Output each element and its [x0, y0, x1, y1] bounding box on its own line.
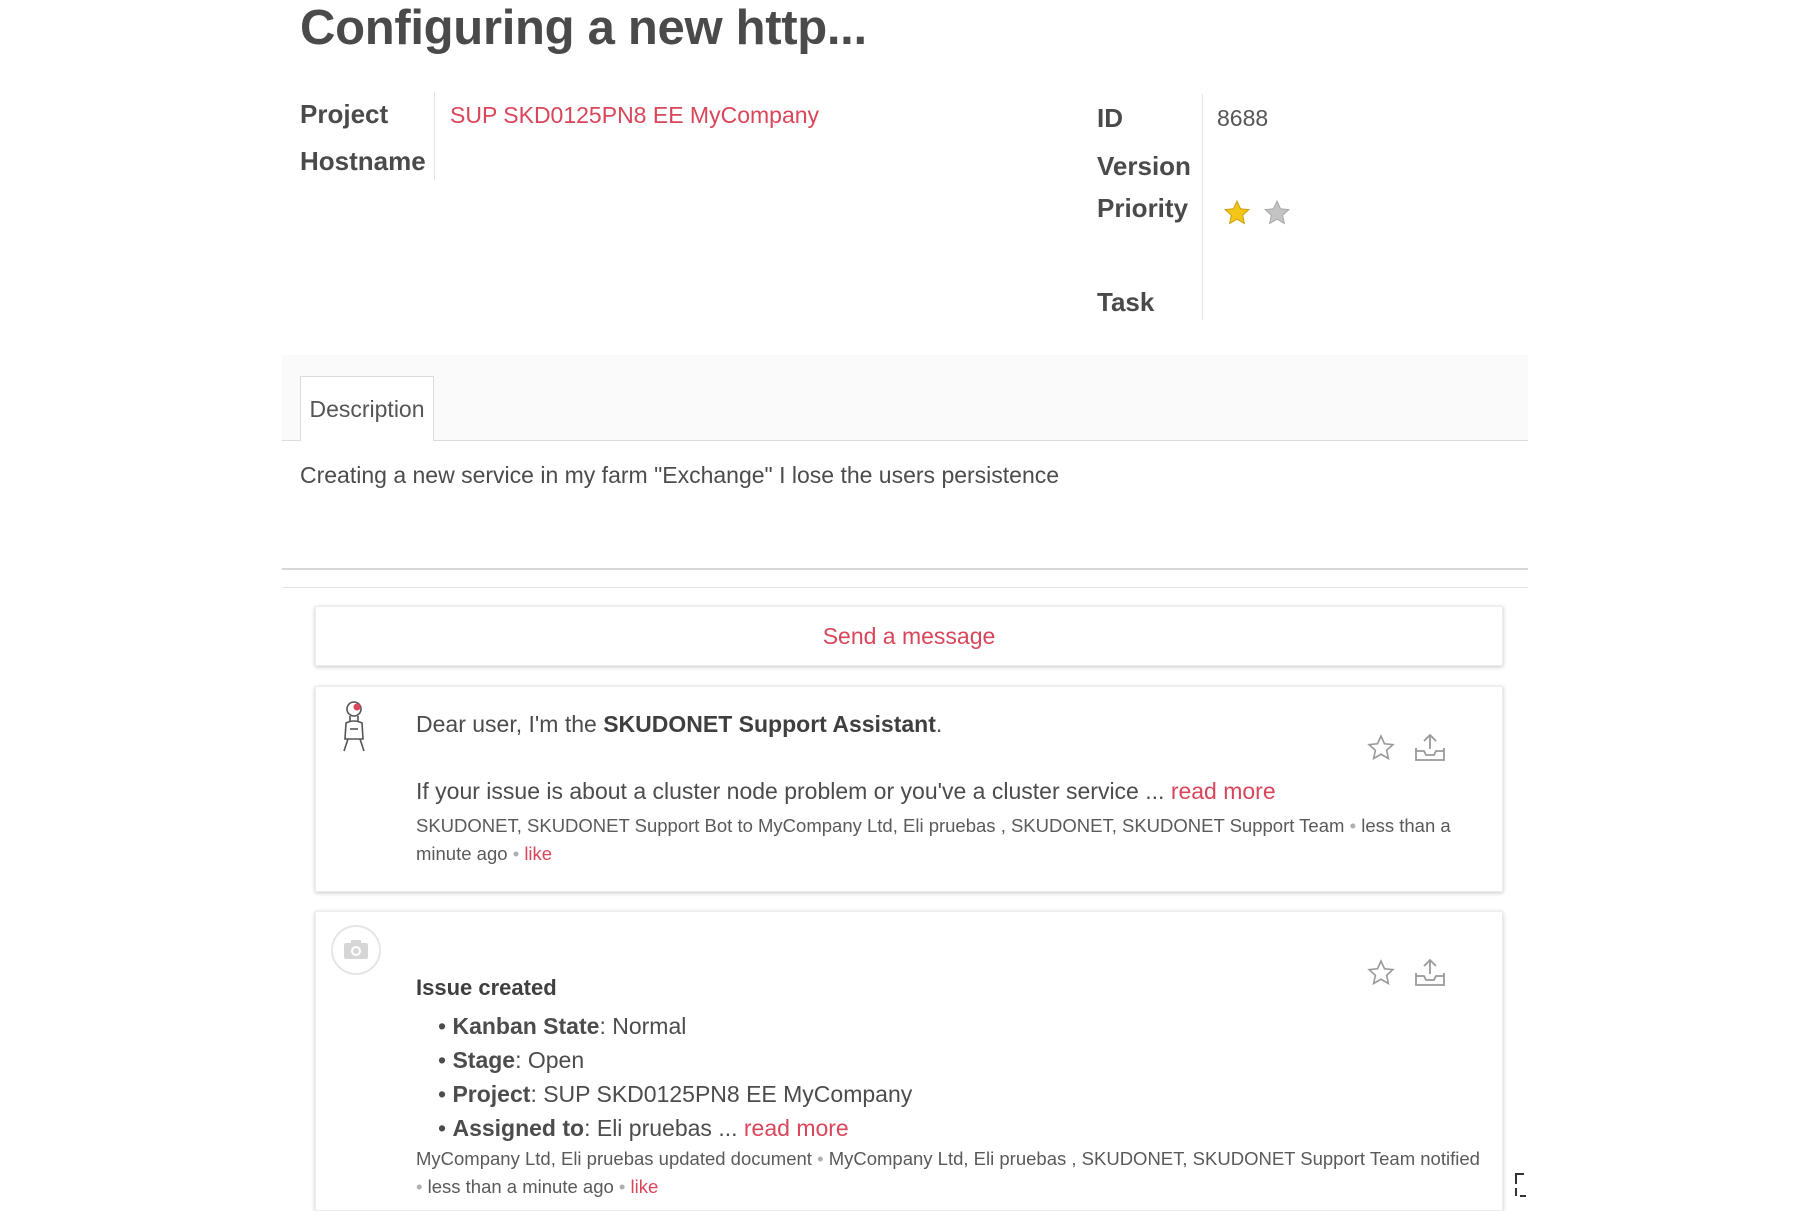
tracking-change-item: • Assigned to: Eli pruebas ... read more	[438, 1111, 912, 1145]
intro-text: Dear user, I'm the	[416, 711, 604, 737]
message-meta: MyCompany Ltd, Eli pruebas updated docum…	[416, 1145, 1484, 1201]
description-text[interactable]: Creating a new service in my farm "Excha…	[300, 462, 1059, 489]
read-more-link[interactable]: read more	[744, 1115, 849, 1141]
robot-avatar-icon	[343, 701, 365, 752]
message-actions	[1366, 732, 1448, 764]
meta-separator: •	[512, 843, 520, 864]
message-body-text: If your issue is about a cluster node pr…	[416, 778, 1171, 804]
assistant-name: SKUDONET Support Assistant	[603, 711, 936, 737]
reply-inbox-icon[interactable]	[1412, 957, 1448, 989]
like-link[interactable]: like	[631, 1176, 659, 1197]
id-label: ID	[1097, 103, 1123, 133]
change-value: : Open	[515, 1047, 585, 1073]
meta-separator: •	[817, 1148, 824, 1169]
tracking-changes-list: • Kanban State: Normal • Stage: Open • P…	[438, 1009, 912, 1145]
meta-separator: •	[416, 1176, 423, 1197]
tab-description[interactable]: Description	[300, 376, 434, 441]
star-outline-icon[interactable]	[1366, 958, 1396, 988]
version-label: Version	[1097, 151, 1191, 181]
project-link[interactable]: SUP SKD0125PN8 EE MyCompany	[450, 102, 819, 129]
message-heading: Issue created	[416, 975, 557, 1000]
change-field: Stage	[452, 1047, 516, 1073]
bullet: •	[438, 1013, 447, 1039]
reply-inbox-icon[interactable]	[1412, 732, 1448, 764]
priority-star-filled-icon[interactable]	[1222, 198, 1252, 228]
record-title: Configuring a new http...	[300, 1, 867, 55]
change-field: Kanban State	[452, 1013, 600, 1039]
star-outline-icon[interactable]	[1366, 733, 1396, 763]
message-intro: Dear user, I'm the SKUDONET Support Assi…	[416, 711, 942, 738]
message-author-action: MyCompany Ltd, Eli pruebas updated docum…	[416, 1148, 812, 1169]
message-recipients: SKUDONET, SKUDONET Support Bot to MyComp…	[416, 815, 1345, 836]
priority-label: Priority	[1097, 193, 1189, 223]
meta-separator: •	[1349, 815, 1357, 836]
notebook-header	[282, 355, 1528, 441]
resize-handle-icon[interactable]	[1514, 1172, 1530, 1198]
message-actions	[1366, 957, 1448, 989]
like-link[interactable]: like	[524, 843, 552, 864]
read-more-link[interactable]: read more	[1171, 778, 1276, 804]
chatter-message: Dear user, I'm the SKUDONET Support Assi…	[315, 686, 1503, 892]
task-label: Task	[1097, 287, 1155, 317]
id-value: 8688	[1217, 105, 1269, 131]
message-recipients: MyCompany Ltd, Eli pruebas , SKUDONET, S…	[828, 1148, 1480, 1169]
change-field: Assigned to	[452, 1115, 585, 1141]
change-value: : Eli pruebas ...	[584, 1115, 744, 1141]
meta-separator: •	[618, 1176, 626, 1197]
bullet: •	[438, 1047, 447, 1073]
camera-placeholder-icon	[331, 925, 381, 975]
project-label: Project	[300, 99, 389, 129]
intro-suffix: .	[935, 711, 943, 737]
chatter-divider	[282, 587, 1528, 588]
bullet: •	[438, 1115, 447, 1141]
left-fields-divider	[434, 92, 435, 180]
tab-underline	[282, 440, 1528, 441]
tracking-change-item: • Kanban State: Normal	[438, 1009, 912, 1043]
change-field: Project	[452, 1081, 531, 1107]
chatter-message: Issue created • Kanban State: Normal • S…	[315, 911, 1503, 1211]
send-message-button[interactable]: Send a message	[315, 606, 1503, 666]
tracking-change-item: • Stage: Open	[438, 1043, 912, 1077]
message-time: less than a minute ago	[427, 1176, 614, 1197]
right-fields-divider	[1202, 94, 1203, 320]
message-meta: SKUDONET, SKUDONET Support Bot to MyComp…	[416, 812, 1484, 868]
message-body: If your issue is about a cluster node pr…	[416, 778, 1276, 805]
section-divider	[282, 568, 1528, 570]
bullet: •	[438, 1081, 447, 1107]
change-value: : SUP SKD0125PN8 EE MyCompany	[530, 1081, 913, 1107]
tracking-change-item: • Project: SUP SKD0125PN8 EE MyCompany	[438, 1077, 912, 1111]
hostname-label: Hostname	[300, 146, 426, 176]
priority-star-empty-icon[interactable]	[1262, 198, 1292, 228]
change-value: : Normal	[599, 1013, 687, 1039]
